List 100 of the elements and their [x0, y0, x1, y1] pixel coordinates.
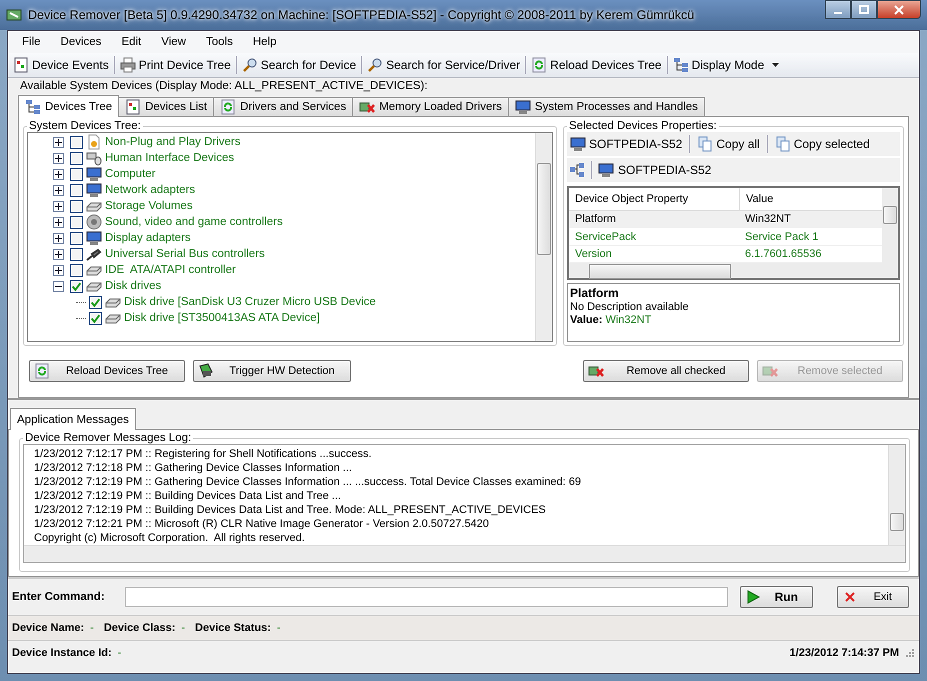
toolbar-button[interactable]: Copy selected	[774, 134, 871, 154]
monitor-icon	[570, 136, 586, 152]
column-header[interactable]: Device Object Property	[569, 188, 739, 210]
checkbox[interactable]	[70, 168, 83, 180]
refresh-icon	[220, 99, 236, 115]
scrollbar[interactable]	[24, 545, 905, 562]
toolbar-button[interactable]: Print Device Tree	[116, 55, 234, 75]
expand-icon[interactable]	[53, 136, 64, 148]
action-button[interactable]: Reload Devices Tree	[29, 360, 185, 382]
expand-icon[interactable]	[53, 200, 64, 212]
scrollbar[interactable]	[888, 445, 905, 546]
command-button[interactable]: Run	[740, 586, 813, 608]
copy-icon	[697, 136, 714, 152]
log-line: 1/23/2012 7:12:19 PM :: Gathering Device Classes Information ... ...success. Total Device Classes examined: 69	[34, 476, 582, 490]
checkbox[interactable]	[89, 296, 102, 308]
search-icon	[242, 57, 258, 73]
group-title: System Devices Tree:	[28, 120, 142, 132]
minimize-button[interactable]	[825, 0, 851, 19]
scrollbar[interactable]	[882, 188, 898, 278]
toolbar-button[interactable]: Device Events	[10, 55, 112, 75]
tree-item[interactable]: Display adapters	[105, 232, 191, 244]
expand-icon[interactable]	[53, 152, 64, 164]
expand-icon[interactable]	[53, 168, 64, 180]
toolbar-button[interactable]: Search for Service/Driver	[364, 55, 524, 75]
toolbar-button[interactable]: Copy all	[696, 134, 761, 154]
tree-item[interactable]: IDE ATA/ATAPI controller	[105, 264, 236, 276]
action-button[interactable]: Remove all checked	[583, 360, 749, 382]
tree-diagram-icon[interactable]	[569, 162, 585, 178]
checkbox[interactable]	[70, 280, 83, 292]
collapse-icon[interactable]	[53, 280, 64, 292]
tree-item[interactable]: Universal Serial Bus controllers	[105, 248, 265, 260]
checkbox[interactable]	[70, 264, 83, 276]
tree-item[interactable]: Disk drives	[105, 280, 162, 292]
checkbox[interactable]	[70, 184, 83, 196]
log-line: 1/23/2012 7:12:21 PM :: Microsoft (R) CLR Native Image Generator - Version 2.0.50727.5420	[34, 518, 490, 532]
status-label: Device Class:	[104, 622, 176, 634]
menu-item[interactable]: File	[12, 33, 51, 51]
copy-icon	[774, 136, 791, 152]
tab[interactable]: System Processes and Handles	[508, 97, 705, 116]
expand-icon[interactable]	[53, 248, 64, 260]
tab[interactable]: Devices List	[118, 97, 214, 116]
menu-item[interactable]: View	[151, 33, 196, 51]
monitor-icon	[86, 230, 102, 246]
tree-item[interactable]: Network adapters	[105, 184, 196, 196]
tree-diagram-icon	[672, 57, 689, 73]
tree-item[interactable]: Human Interface Devices	[105, 152, 234, 164]
close-icon	[894, 4, 904, 14]
tree-item[interactable]: Storage Volumes	[105, 200, 193, 212]
group-title: Selected Devices Properties:	[568, 120, 718, 132]
tree-item[interactable]: Disk drive [SanDisk U3 Cruzer Micro USB Device	[124, 296, 376, 308]
maximize-button[interactable]	[851, 0, 877, 19]
checkbox[interactable]	[70, 232, 83, 244]
menu-item[interactable]: Edit	[111, 33, 152, 51]
monitor-icon	[598, 162, 614, 178]
field-label: Enter Command:	[12, 591, 105, 603]
tab[interactable]: Devices Tree	[18, 95, 120, 117]
menu-item[interactable]: Devices	[50, 33, 112, 51]
checkbox[interactable]	[70, 200, 83, 212]
expand-icon[interactable]	[53, 184, 64, 196]
resize-grip-icon[interactable]	[905, 648, 915, 658]
status-value: -	[181, 622, 186, 634]
tab[interactable]: Memory Loaded Drivers	[352, 97, 509, 116]
gear-document-icon	[86, 134, 102, 150]
toolbar-button[interactable]: Search for Device	[238, 55, 360, 75]
input-field[interactable]	[124, 587, 728, 607]
checkbox[interactable]	[70, 248, 83, 260]
checkbox[interactable]	[89, 312, 102, 324]
table-row[interactable]: Platform Win32NT	[569, 210, 882, 228]
expand-icon[interactable]	[53, 232, 64, 244]
tab[interactable]: Application Messages	[10, 408, 136, 430]
tab[interactable]: Drivers and Services	[213, 97, 354, 116]
log-line: Copyright (c) Microsoft Corporation. All rights reserved.	[34, 532, 306, 546]
search-icon	[367, 57, 384, 73]
scrollbar[interactable]	[535, 133, 552, 341]
checkbox[interactable]	[70, 216, 83, 228]
expand-icon[interactable]	[53, 264, 64, 276]
tree-item[interactable]: Disk drive [ST3500413AS ATA Device]	[124, 312, 320, 324]
expand-icon[interactable]	[53, 216, 64, 228]
action-button[interactable]: Trigger HW Detection	[193, 360, 351, 382]
speaker-icon	[86, 214, 102, 230]
app-icon	[6, 7, 22, 23]
printer-icon	[120, 57, 136, 73]
toolbar-button[interactable]: Display Mode	[670, 55, 782, 75]
tree-item[interactable]: Computer	[105, 168, 156, 180]
maximize-icon	[859, 4, 869, 14]
tree-diagram-icon	[25, 98, 41, 114]
menu-item[interactable]: Tools	[196, 33, 243, 51]
scrollbar[interactable]	[569, 263, 882, 278]
checkbox[interactable]	[70, 136, 83, 148]
menu-item[interactable]: Help	[242, 33, 286, 51]
close-button[interactable]	[877, 0, 921, 19]
table-row[interactable]: ServicePack Service Pack 1	[569, 228, 882, 246]
toolbar-button[interactable]: Reload Devices Tree	[528, 55, 665, 75]
status-label: Device Name:	[12, 622, 84, 634]
command-button[interactable]: Exit	[836, 586, 909, 608]
toolbar-button[interactable]: SOFTPEDIA-S52	[569, 134, 684, 154]
log-line: 1/23/2012 7:12:18 PM :: Gathering Device Classes Information ...	[34, 462, 353, 476]
checkbox[interactable]	[70, 152, 83, 164]
tree-item[interactable]: Sound, video and game controllers	[105, 216, 283, 228]
tree-item[interactable]: Non-Plug and Play Drivers	[105, 136, 241, 148]
